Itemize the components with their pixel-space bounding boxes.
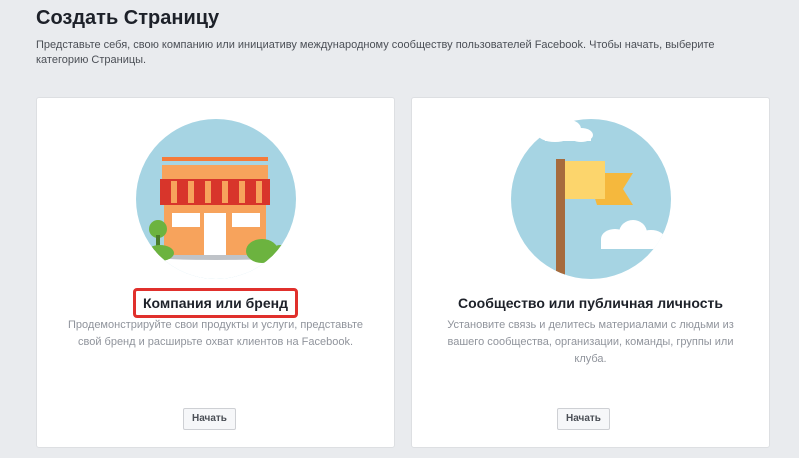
create-page-screen: Создать Страницу Представьте себя, свою …: [0, 0, 799, 458]
business-brand-title[interactable]: Компания или бренд: [133, 288, 298, 318]
storefront-icon: [136, 119, 296, 279]
card-description: Продемонстрируйте свои продукты и услуги…: [68, 319, 363, 348]
get-started-button[interactable]: Начать: [557, 408, 610, 430]
community-public-figure-title[interactable]: Сообщество или публичная личность: [449, 288, 732, 318]
community-public-figure-card[interactable]: Сообщество или публичная личность Устано…: [411, 97, 770, 448]
page-title: Создать Страницу: [36, 7, 220, 29]
card-description: Установите связь и делитесь материалами …: [447, 319, 734, 365]
card-title[interactable]: Компания или бренд: [37, 288, 394, 318]
flag-icon: [511, 119, 671, 279]
get-started-button[interactable]: Начать: [183, 408, 236, 430]
card-title[interactable]: Сообщество или публичная личность: [412, 288, 769, 318]
business-brand-card[interactable]: Компания или бренд Продемонстрируйте сво…: [36, 97, 395, 448]
page-subtitle: Представьте себя, свою компанию или иниц…: [36, 39, 715, 66]
